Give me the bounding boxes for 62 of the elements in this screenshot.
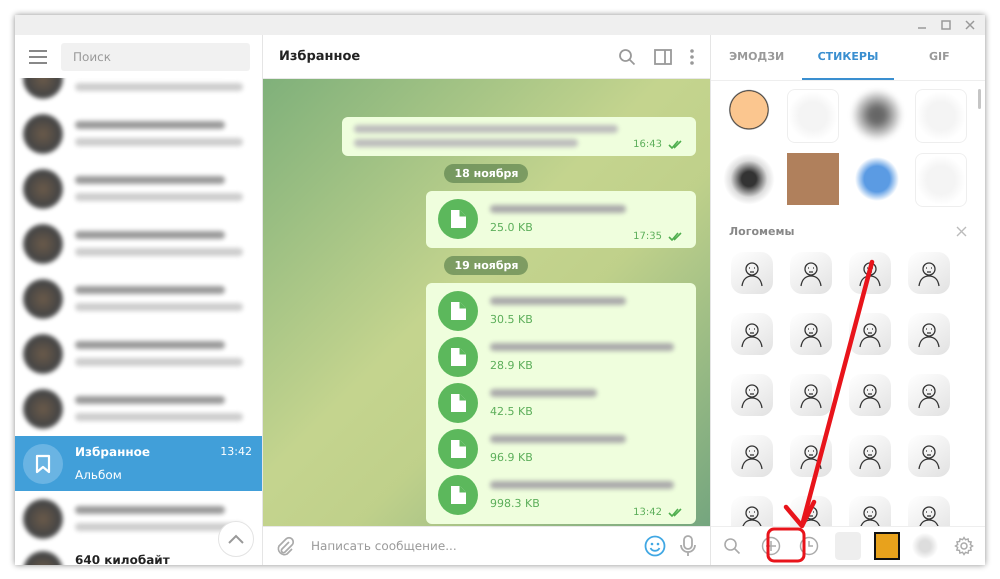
bookmark-icon	[35, 454, 51, 474]
sticker-drawing[interactable]	[849, 496, 891, 526]
sticker-drawing[interactable]	[849, 313, 891, 355]
chat-list-item[interactable]: 640 килобайт	[15, 546, 262, 565]
file-size: 96.9 KB	[490, 450, 534, 464]
panel-tab[interactable]: СТИКЕРЫ	[802, 35, 894, 80]
sticker-drawing[interactable]	[731, 496, 773, 526]
chat-title: Избранное	[75, 445, 150, 459]
section-title: Логомемы	[729, 225, 794, 238]
sticker-drawing[interactable]	[849, 435, 891, 477]
date-badge: 19 ноября	[444, 256, 528, 275]
sticker-drawing[interactable]	[790, 252, 832, 294]
chat-header-title: Избранное	[278, 49, 362, 64]
date-badge: 18 ноября	[444, 164, 528, 183]
sticker-drawing[interactable]	[849, 252, 891, 294]
menu-icon[interactable]	[29, 50, 47, 64]
sticker-drawing[interactable]	[908, 374, 950, 416]
sticker-drawing[interactable]	[908, 313, 950, 355]
panel-tab[interactable]: ЭМОДЗИ	[711, 35, 802, 80]
more-icon[interactable]	[690, 48, 694, 64]
sticker-drawing[interactable]	[908, 435, 950, 477]
avatar-placeholder	[23, 278, 63, 318]
file-size: 25.0 KB	[490, 220, 534, 234]
annotation-highlight	[766, 528, 806, 562]
sticker-drawing[interactable]	[849, 374, 891, 416]
avatar-placeholder	[23, 114, 63, 154]
search-field[interactable]: Поиск	[61, 42, 250, 70]
sticker-drawing[interactable]	[790, 313, 832, 355]
clock-icon[interactable]	[799, 536, 820, 556]
sidebar-toggle-icon[interactable]	[654, 48, 672, 64]
chat-time: 13:42	[220, 445, 252, 459]
search-icon[interactable]	[618, 48, 636, 66]
chat-list-item[interactable]: Избранное 13:42 Альбом	[15, 436, 262, 491]
message-time: 17:35	[633, 231, 662, 242]
paperclip-icon[interactable]	[274, 536, 295, 556]
sticker-drawing[interactable]	[731, 313, 773, 355]
sticker-drawing[interactable]	[731, 252, 773, 294]
avatar-placeholder	[23, 498, 63, 538]
add-icon[interactable]	[760, 536, 781, 556]
chevron-up-icon	[226, 534, 245, 544]
message-time: 16:43	[633, 139, 662, 150]
sticker-drawing[interactable]	[908, 496, 950, 526]
smiley-icon[interactable]	[644, 535, 666, 557]
avatar-placeholder	[23, 388, 63, 428]
chat-title: 640 килобайт	[75, 553, 171, 565]
chat-preview: Альбом	[75, 468, 123, 482]
avatar-placeholder	[23, 334, 63, 374]
message-time: 13:42	[633, 507, 662, 518]
message-input[interactable]: Написать сообщение...	[308, 538, 630, 554]
file-size: 42.5 KB	[490, 404, 534, 418]
file-size: 30.5 KB	[490, 312, 534, 326]
file-size: 998.3 KB	[490, 496, 541, 510]
sticker-drawing[interactable]	[731, 374, 773, 416]
sticker-drawing[interactable]	[908, 252, 950, 294]
scroll-up-button[interactable]	[218, 521, 254, 557]
sticker-drawing[interactable]	[790, 374, 832, 416]
sticker-pack-thumbnail[interactable]	[874, 532, 900, 560]
file-size: 28.9 KB	[490, 358, 534, 372]
avatar-placeholder	[23, 224, 63, 264]
panel-tab[interactable]: GIF	[894, 35, 985, 80]
avatar-placeholder	[23, 168, 63, 208]
sticker-drawing[interactable]	[731, 435, 773, 477]
